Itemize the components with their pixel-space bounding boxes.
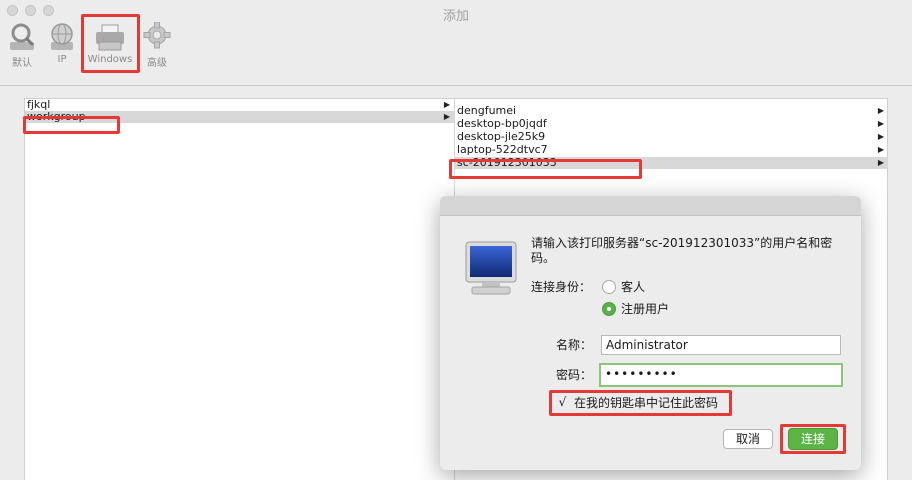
remember-password-checkbox[interactable]: √ [556, 396, 569, 409]
toolbar-default-label: 默认 [12, 58, 32, 69]
disclosure-arrow-icon: ▶ [877, 145, 884, 154]
disclosure-arrow-icon: ▶ [877, 158, 884, 167]
list-item-label: desktop-jle25k9 [457, 130, 546, 143]
gear-icon [143, 22, 171, 49]
toolbar-ip-label: IP [57, 54, 67, 65]
window-toolbar: 添加 默认 IP Windows 高级 [0, 0, 912, 86]
list-item-desktop-jle25k9[interactable]: desktop-jle25k9 ▶ [455, 131, 888, 143]
authentication-dialog: 请输入该打印服务器“sc-201912301033”的用户名和密码。 连接身份：… [440, 196, 861, 470]
registered-user-radio-label: 注册用户 [621, 302, 670, 316]
password-label: 密码： [556, 368, 593, 382]
disclosure-arrow-icon: ▶ [443, 112, 450, 121]
disclosure-arrow-icon: ▶ [443, 100, 450, 109]
toolbar-ip-button[interactable]: IP [50, 22, 74, 65]
connect-as-label: 连接身份： [531, 280, 592, 294]
list-item-sc-201912301033[interactable]: sc-201912301033 ▶ [455, 157, 888, 169]
name-label: 名称： [556, 338, 593, 352]
toolbar-advanced-button[interactable]: 高级 [143, 22, 171, 69]
list-item-desktop-bp0jqdf[interactable]: desktop-bp0jqdf ▶ [455, 118, 888, 130]
cancel-button[interactable]: 取消 [723, 429, 773, 449]
registered-user-radio[interactable] [602, 302, 616, 316]
dialog-header-bar [440, 196, 861, 216]
list-item-workgroup[interactable]: workgroup ▶ [25, 111, 454, 123]
disclosure-arrow-icon: ▶ [877, 119, 884, 128]
remember-password-label: 在我的钥匙串中记住此密码 [574, 396, 719, 410]
list-item-label: desktop-bp0jqdf [457, 117, 547, 130]
computer-monitor-icon [465, 241, 517, 295]
window-title: 添加 [442, 9, 469, 24]
disclosure-arrow-icon: ▶ [877, 132, 884, 141]
list-item-label: workgroup [27, 110, 86, 123]
toolbar-windows-button[interactable]: Windows [85, 22, 135, 65]
guest-radio-label: 客人 [621, 280, 646, 294]
name-field[interactable]: Administrator [601, 335, 841, 355]
list-item-label: sc-201912301033 [457, 156, 557, 169]
list-item-dengfumei[interactable]: dengfumei ▶ [455, 105, 888, 117]
toolbar-advanced-label: 高级 [147, 58, 167, 69]
globe-icon [51, 23, 73, 50]
windows-printer-icon [96, 24, 124, 51]
disclosure-arrow-icon: ▶ [877, 106, 884, 115]
toolbar-windows-label: Windows [87, 54, 133, 65]
list-item-laptop-522dtvc7[interactable]: laptop-522dtvc7 ▶ [455, 144, 888, 156]
dialog-message: 请输入该打印服务器“sc-201912301033”的用户名和密码。 [531, 236, 833, 265]
list-item-fjkql[interactable]: fjkql ▶ [25, 99, 454, 111]
list-item-label: laptop-522dtvc7 [457, 143, 548, 156]
guest-radio[interactable] [602, 280, 616, 294]
connect-button[interactable]: 连接 [788, 428, 838, 450]
password-field[interactable]: ••••••••• [599, 363, 843, 387]
list-item-label: dengfumei [457, 104, 517, 117]
toolbar-default-button[interactable]: 默认 [8, 22, 36, 69]
search-magnifier-icon [10, 23, 34, 50]
